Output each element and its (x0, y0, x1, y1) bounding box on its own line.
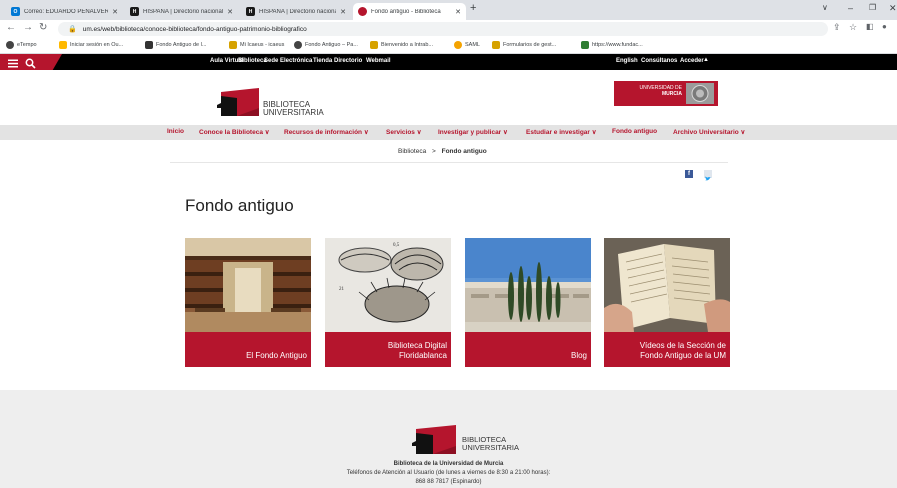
page-icon (145, 41, 153, 49)
breadcrumb-parent[interactable]: Biblioteca (398, 148, 426, 155)
nav-conoce-biblioteca[interactable]: Conoce la Biblioteca ∨ (199, 128, 270, 136)
share-icon[interactable]: ⇪ (833, 22, 841, 33)
browser-tab[interactable]: O Correo: EDUARDO PEÑALVER GO ✕ (6, 3, 123, 20)
page-icon (581, 41, 589, 49)
bookmark-item[interactable]: Formularios de gest... (492, 41, 556, 49)
card-caption: Vídeos de la Sección de Fondo Antiguo de … (604, 332, 730, 367)
saml-icon (454, 41, 462, 49)
card-caption: El Fondo Antiguo (185, 332, 311, 367)
bookmark-item[interactable]: Fondo Antiguo – Pa... (294, 41, 358, 49)
site-header (0, 70, 897, 125)
breadcrumb: Biblioteca > Fondo antiguo (398, 148, 487, 155)
um-logo[interactable]: UNIVERSIDAD DE MURCIA (614, 81, 718, 106)
forward-icon[interactable]: → (23, 22, 33, 33)
card-caption: Blog (465, 332, 591, 367)
hispana-icon: H (246, 7, 255, 16)
profile-icon[interactable]: ● (882, 22, 887, 31)
contact-link[interactable]: Consúltanos (641, 58, 677, 64)
globe-icon (294, 41, 302, 49)
microsoft-icon (59, 41, 67, 49)
footer-phone: 868 88 7817 (Espinardo) (415, 479, 482, 485)
bookmark-item[interactable]: SAML (454, 41, 480, 49)
sidepanel-icon[interactable]: ◧ (866, 22, 874, 31)
bookmark-item[interactable]: Iniciar sesión en Ou... (59, 41, 123, 49)
globe-icon (6, 41, 14, 49)
chevron-down-icon[interactable]: ∨ (822, 3, 828, 12)
site-top-bar (0, 54, 897, 70)
close-icon[interactable]: ✕ (340, 8, 346, 16)
bookmark-item[interactable]: Mi Icaeus - icaeus (229, 41, 284, 49)
engraving-shells-image: 0,5 21 (325, 238, 451, 332)
nav-estudiar-investigar[interactable]: Estudiar e investigar ∨ (526, 128, 597, 136)
browser-tab[interactable]: H HISPANA | Directorio nacional de ✕ (125, 3, 238, 20)
language-link-english[interactable]: English (616, 58, 638, 64)
close-window-icon[interactable]: ✕ (889, 3, 897, 14)
icaeus-icon (492, 41, 500, 49)
hamburger-menu-icon[interactable] (8, 56, 19, 68)
card-biblioteca-digital[interactable]: 0,5 21 Biblioteca Digital Floridablanca (325, 238, 451, 367)
card-videos[interactable]: Vídeos de la Sección de Fondo Antiguo de … (604, 238, 730, 367)
top-link-biblioteca[interactable]: Biblioteca (238, 58, 267, 64)
bookmark-item[interactable]: https://www.fundac... (581, 41, 643, 49)
minimize-icon[interactable]: – (848, 3, 853, 13)
login-link[interactable]: Acceder (680, 58, 704, 64)
back-icon[interactable]: ← (6, 22, 16, 33)
top-link-sede[interactable]: Sede Electrónica (264, 58, 312, 64)
biblioteca-logo-icon[interactable] (203, 86, 261, 116)
library-shelves-image (185, 238, 311, 332)
page-title: Fondo antiguo (185, 196, 294, 215)
nav-servicios[interactable]: Servicios ∨ (386, 128, 421, 136)
breadcrumb-current: Fondo antiguo (441, 148, 487, 155)
top-link-tienda[interactable]: Tienda (313, 58, 332, 64)
facebook-icon[interactable]: f (685, 170, 693, 178)
restore-icon[interactable]: ❐ (869, 3, 876, 12)
bookmark-item[interactable]: Fondo Antiguo de l... (145, 41, 206, 49)
breadcrumb-separator: > (432, 148, 436, 155)
top-link-webmail[interactable]: Webmail (366, 58, 391, 64)
search-icon[interactable] (25, 56, 36, 69)
bookmarks-bar (0, 38, 897, 54)
close-icon[interactable]: ✕ (227, 8, 233, 16)
logo-text: BIBLIOTECA UNIVERSITARIA (263, 100, 324, 117)
old-book-hands-image (604, 238, 730, 332)
divider (170, 162, 728, 163)
nav-fondo-antiguo[interactable]: Fondo antiguo (612, 128, 657, 135)
nav-investigar-publicar[interactable]: Investigar y publicar ∨ (438, 128, 508, 136)
plus-icon[interactable]: + (470, 2, 476, 14)
close-icon[interactable]: ✕ (455, 8, 461, 16)
browser-tab[interactable]: H HISPANA | Directorio nacional de ✕ (241, 3, 351, 20)
outlook-icon: O (11, 7, 20, 16)
icaeus-icon (229, 41, 237, 49)
url-input[interactable]: 🔒 um.es/web/biblioteca/conoce-biblioteca… (58, 22, 828, 36)
twitter-icon[interactable] (704, 170, 712, 181)
um-favicon-icon (358, 7, 367, 16)
nav-archivo-universitario[interactable]: Archivo Universitario ∨ (673, 128, 745, 136)
close-icon[interactable]: ✕ (112, 8, 118, 16)
nav-recursos[interactable]: Recursos de información ∨ (284, 128, 369, 136)
svg-text:21: 21 (339, 287, 345, 292)
footer-org-name: Biblioteca de la Universidad de Murcia (393, 461, 504, 467)
hispana-icon: H (130, 7, 139, 16)
footer-phones-label: Teléfonos de Atención al Usuario (de lun… (346, 470, 551, 476)
bookmark-item[interactable]: Bienvenido a Intrab... (370, 41, 433, 49)
icaeus-icon (370, 41, 378, 49)
url-text: um.es/web/biblioteca/conoce-biblioteca/f… (82, 25, 307, 33)
top-link-directorio[interactable]: Directorio (334, 58, 362, 64)
star-icon[interactable]: ☆ (849, 22, 857, 33)
footer-logo-text: BIBLIOTECA UNIVERSITARIA (462, 435, 519, 452)
card-caption: Biblioteca Digital Floridablanca (325, 332, 451, 367)
browser-tab-active[interactable]: Fondo antiguo - Biblioteca ✕ (353, 3, 466, 20)
library-building-image (465, 238, 591, 332)
card-fondo-antiguo[interactable]: El Fondo Antiguo (185, 238, 311, 367)
user-icon[interactable]: ▲ (703, 57, 709, 63)
um-seal-icon (686, 83, 714, 104)
nav-inicio[interactable]: Inicio (167, 128, 184, 135)
footer-biblioteca-logo-icon[interactable] (398, 423, 458, 454)
svg-text:0,5: 0,5 (393, 243, 400, 248)
reload-icon[interactable]: ↻ (39, 22, 47, 33)
bookmark-item[interactable]: eTempo (6, 41, 37, 49)
lock-icon: 🔒 (68, 26, 77, 33)
card-blog[interactable]: Blog (465, 238, 591, 367)
